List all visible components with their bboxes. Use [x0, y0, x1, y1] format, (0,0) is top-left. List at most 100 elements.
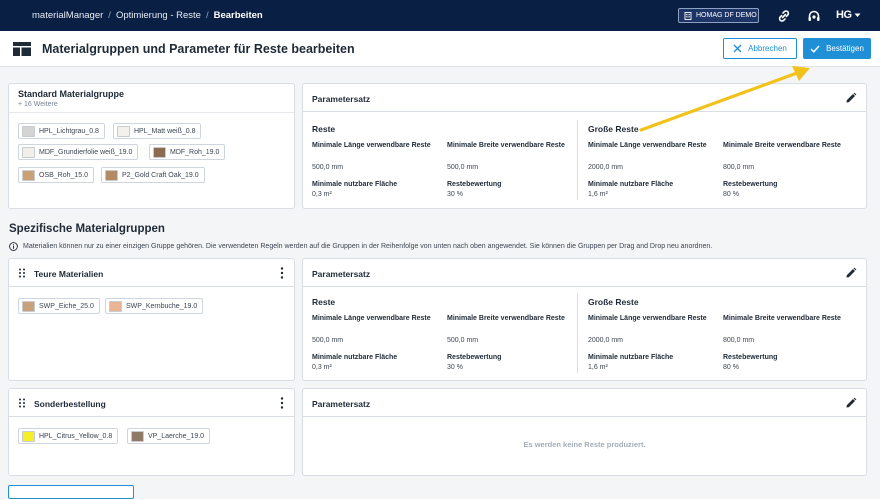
close-icon: [733, 44, 742, 53]
min-length-value: 500,0 mm: [312, 164, 344, 171]
more-materials-link[interactable]: + 16 Weitere: [18, 101, 58, 108]
rating-value: 30 %: [447, 364, 463, 371]
pencil-icon[interactable]: [845, 267, 857, 279]
material-swatch: [22, 146, 35, 158]
min-width-label: Minimale Breite verwendbare Reste: [723, 142, 841, 149]
standard-group-title: Standard Materialgruppe: [18, 89, 125, 99]
material-swatch: [131, 430, 144, 442]
material-label: P2_Gold Craft Oak_19.0: [122, 171, 199, 179]
top-bar: materialManager / Optimierung - Reste / …: [0, 0, 880, 31]
material-swatch: [22, 430, 35, 442]
parameter-set-card-standard: Parametersatz Reste Minimale Länge verwe…: [302, 83, 867, 209]
parameter-set-card-sonderbestellung: Parametersatz Es werden keine Reste prod…: [302, 388, 867, 476]
min-area-value: 0,3 m²: [312, 191, 332, 198]
material-label: MDF_Roh_19.0: [170, 148, 220, 156]
parameter-set-card-teure: Parametersatz Reste Minimale Länge verwe…: [302, 258, 867, 381]
min-area-label: Minimale nutzbare Fläche: [312, 181, 398, 188]
material-chip[interactable]: MDF_Roh_19.0: [149, 144, 226, 160]
support-icon[interactable]: [806, 8, 822, 24]
material-chip[interactable]: SWP_Eiche_25.0: [18, 298, 100, 314]
material-label: HPL_Matt weiß_0.8: [134, 127, 196, 135]
drag-handle-icon[interactable]: [18, 268, 26, 278]
pencil-icon[interactable]: [845, 397, 857, 409]
building-icon: [684, 11, 692, 20]
min-area-label: Minimale nutzbare Fläche: [588, 181, 674, 188]
more-vertical-icon[interactable]: [280, 397, 284, 409]
rating-value: 80 %: [723, 191, 739, 198]
breadcrumb-item-optimierung[interactable]: Optimierung - Reste: [116, 10, 201, 21]
material-swatch: [117, 125, 130, 137]
material-swatch: [22, 300, 35, 312]
breadcrumb-item-current: Bearbeiten: [213, 10, 263, 21]
rating-label: Restebewertung: [447, 181, 502, 188]
material-swatch: [105, 169, 118, 181]
parameter-set-title: Parametersatz: [312, 269, 371, 279]
material-chip[interactable]: HPL_Citrus_Yellow_0.8: [18, 428, 119, 444]
more-vertical-icon[interactable]: [280, 267, 284, 279]
material-label: OSB_Roh_15.0: [39, 171, 89, 179]
min-length-value: 2000,0 mm: [588, 337, 624, 344]
tenant-name: HOMAG DF DEMO: [696, 12, 757, 19]
breadcrumb-separator: /: [205, 10, 209, 21]
material-label: SWP_Kernbuche_19.0: [126, 302, 198, 310]
material-chip[interactable]: HPL_Lichtgrau_0.8: [18, 123, 105, 139]
min-width-label: Minimale Breite verwendbare Reste: [447, 315, 565, 322]
parameter-set-header: Parametersatz: [303, 389, 866, 417]
standard-group-card: Standard Materialgruppe + 16 Weitere HPL…: [8, 83, 295, 209]
material-group-card-teure[interactable]: Teure Materialien SWP_Eiche_25.0 SWP_Ker…: [8, 258, 295, 381]
pencil-icon[interactable]: [845, 92, 857, 104]
layout-icon: [13, 42, 31, 56]
min-width-value: 500,0 mm: [447, 337, 479, 344]
confirm-button[interactable]: Bestätigen: [803, 38, 871, 59]
add-group-button[interactable]: [8, 485, 134, 499]
material-swatch: [22, 125, 35, 137]
material-label: MDF_Grundierfolie weiß_19.0: [39, 148, 133, 156]
rating-label: Restebewertung: [723, 181, 778, 188]
min-width-label: Minimale Breite verwendbare Reste: [723, 315, 841, 322]
user-menu[interactable]: HG: [836, 9, 861, 21]
min-width-label: Minimale Breite verwendbare Reste: [447, 142, 565, 149]
divider: [9, 112, 294, 113]
group-title: Teure Materialien: [34, 269, 104, 279]
grosse-reste-section-title: Große Reste: [588, 297, 639, 307]
breadcrumb: materialManager / Optimierung - Reste / …: [32, 10, 263, 21]
material-swatch: [22, 169, 35, 181]
min-length-value: 2000,0 mm: [588, 164, 624, 171]
link-icon[interactable]: [776, 8, 792, 24]
reste-section-title: Reste: [312, 124, 336, 134]
cancel-button[interactable]: Abbrechen: [723, 38, 797, 59]
parameter-set-header: Parametersatz: [303, 84, 866, 112]
min-area-label: Minimale nutzbare Fläche: [588, 354, 674, 361]
material-group-card-sonderbestellung[interactable]: Sonderbestellung HPL_Citrus_Yellow_0.8 V…: [8, 388, 295, 476]
rating-value: 30 %: [447, 191, 463, 198]
min-length-value: 500,0 mm: [312, 337, 344, 344]
min-width-value: 800,0 mm: [723, 164, 755, 171]
tenant-selector[interactable]: HOMAG DF DEMO: [678, 8, 759, 23]
min-length-label: Minimale Länge verwendbare Reste: [588, 142, 707, 149]
group-header: Sonderbestellung: [9, 389, 294, 417]
min-area-value: 1,6 m²: [588, 191, 608, 198]
material-label: SWP_Eiche_25.0: [39, 302, 94, 310]
material-chip[interactable]: SWP_Kernbuche_19.0: [105, 298, 204, 314]
material-label: VP_Laerche_19.0: [148, 432, 205, 440]
divider: [577, 293, 578, 373]
material-chip[interactable]: HPL_Matt weiß_0.8: [113, 123, 202, 139]
material-chip[interactable]: OSB_Roh_15.0: [18, 167, 95, 183]
material-label: HPL_Lichtgrau_0.8: [39, 127, 99, 135]
page-header: Materialgruppen und Parameter für Reste …: [0, 31, 880, 67]
parameter-set-title: Parametersatz: [312, 94, 371, 104]
rating-label: Restebewertung: [447, 354, 502, 361]
breadcrumb-separator: /: [108, 10, 111, 21]
material-chip[interactable]: VP_Laerche_19.0: [127, 428, 211, 444]
drag-handle-icon[interactable]: [18, 398, 26, 408]
breadcrumb-item-app[interactable]: materialManager: [32, 10, 103, 21]
min-width-value: 800,0 mm: [723, 337, 755, 344]
min-area-value: 1,6 m²: [588, 364, 608, 371]
material-label: HPL_Citrus_Yellow_0.8: [39, 432, 113, 440]
material-chip[interactable]: MDF_Grundierfolie weiß_19.0: [18, 144, 139, 160]
confirm-label: Bestätigen: [826, 44, 864, 53]
logo: HG: [836, 9, 852, 21]
min-width-value: 500,0 mm: [447, 164, 479, 171]
material-chip[interactable]: P2_Gold Craft Oak_19.0: [101, 167, 205, 183]
info-note: Materialien können nur zu einer einzigen…: [9, 242, 712, 251]
